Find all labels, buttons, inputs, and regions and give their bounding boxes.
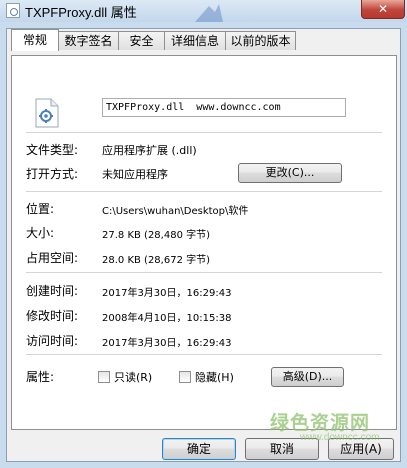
ok-button[interactable]: 确定 xyxy=(162,438,236,460)
hidden-label[interactable]: 隐藏(H) xyxy=(195,369,234,385)
opens-with-label: 打开方式: xyxy=(26,167,79,181)
created-value: 2017年3月30日，16:29:43 xyxy=(102,288,232,299)
watermark-url: www.downcc.com xyxy=(300,432,380,443)
dll-file-icon xyxy=(6,3,20,18)
title-bar: TXPFProxy.dll 属性 ✕ xyxy=(0,0,407,22)
window-title: TXPFProxy.dll 属性 xyxy=(25,5,137,20)
advanced-button[interactable]: 高级(D)... xyxy=(271,367,344,387)
location-value: C:\Users\wuhan\Desktop\软件 xyxy=(102,206,249,217)
modified-value: 2008年4月10日，10:15:38 xyxy=(102,313,232,324)
file-type-value: 应用程序扩展 (.dll) xyxy=(102,144,197,157)
accessed-value: 2017年3月30日，16:29:43 xyxy=(102,338,232,349)
location-label: 位置: xyxy=(26,202,55,216)
hidden-checkbox[interactable] xyxy=(179,371,191,383)
readonly-checkbox[interactable] xyxy=(98,371,110,383)
separator xyxy=(26,354,382,355)
tab-previous-versions[interactable]: 以前的版本 xyxy=(225,31,296,50)
size-label: 大小: xyxy=(26,226,55,240)
separator xyxy=(26,132,382,133)
size-on-disk-label: 占用空间: xyxy=(26,251,79,265)
size-on-disk-value: 28.0 KB (28,672 字节) xyxy=(102,255,211,266)
dialog-client: 常规 数字签名 安全 详细信息 以前的版本 TXPFProxy.dll www.… xyxy=(6,28,401,462)
file-name-field[interactable]: TXPFProxy.dll www.downcc.com xyxy=(102,98,346,117)
separator xyxy=(26,272,382,273)
opens-with-value: 未知应用程序 xyxy=(102,168,168,181)
tab-digital-signatures[interactable]: 数字签名 xyxy=(58,31,119,50)
accessed-label: 访问时间: xyxy=(26,334,79,348)
tab-security[interactable]: 安全 xyxy=(118,31,165,50)
close-button[interactable]: ✕ xyxy=(361,0,405,19)
attributes-label: 属性: xyxy=(26,370,55,384)
file-type-label: 文件类型: xyxy=(26,143,79,157)
watermark-text: 绿色资源网 xyxy=(270,412,371,434)
separator xyxy=(26,191,382,192)
dll-file-icon xyxy=(35,98,59,128)
size-value: 27.8 KB (28,480 字节) xyxy=(102,230,211,241)
general-panel: TXPFProxy.dll www.downcc.com 文件类型: 应用程序扩… xyxy=(11,55,397,430)
close-icon: ✕ xyxy=(377,2,389,16)
aero-decoration xyxy=(195,4,223,22)
tab-general[interactable]: 常规 xyxy=(11,29,59,51)
readonly-label[interactable]: 只读(R) xyxy=(114,369,152,385)
modified-label: 修改时间: xyxy=(26,309,79,323)
change-button[interactable]: 更改(C)... xyxy=(238,163,342,183)
created-label: 创建时间: xyxy=(26,284,79,298)
tab-details[interactable]: 详细信息 xyxy=(164,31,226,50)
